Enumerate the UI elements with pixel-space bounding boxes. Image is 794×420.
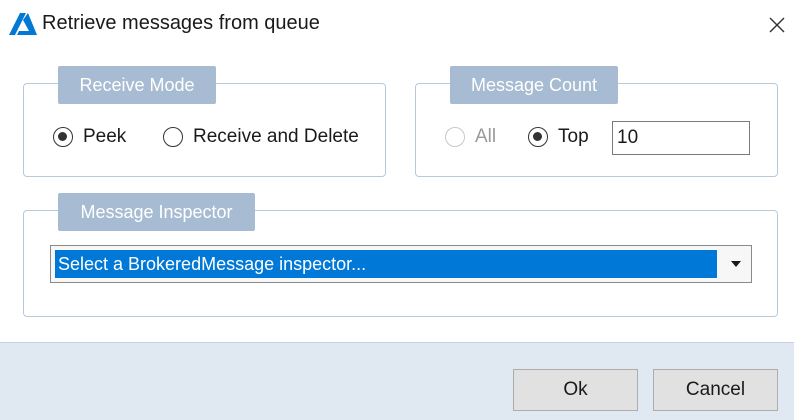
dropdown-button[interactable] [720,246,751,282]
dialog-footer: Ok Cancel [0,342,794,420]
azure-logo-icon [9,13,37,35]
close-icon[interactable] [762,10,790,38]
peek-radio-label[interactable]: Peek [83,126,126,148]
receive-and-delete-radio[interactable]: Receive and Delete [163,126,359,148]
window-title: Retrieve messages from queue [42,12,320,34]
cancel-button[interactable]: Cancel [653,369,778,411]
peek-radio-circle[interactable] [53,127,73,147]
top-radio-circle[interactable] [528,127,548,147]
inspector-select[interactable]: Select a BrokeredMessage inspector... [50,245,752,283]
top-radio[interactable]: Top [528,126,589,148]
all-radio-circle [445,127,465,147]
inspector-select-value[interactable]: Select a BrokeredMessage inspector... [55,250,717,278]
ok-button[interactable]: Ok [513,369,638,411]
title-bar: Retrieve messages from queue [0,0,794,48]
all-radio-label: All [475,126,497,147]
message-count-header: Message Count [450,66,618,104]
message-count-input[interactable] [612,121,750,155]
peek-radio[interactable]: Peek [53,126,126,148]
dialog-content: Receive Mode Peek Receive and Delete Mes… [0,48,794,342]
receive-mode-header: Receive Mode [58,66,216,104]
top-radio-label[interactable]: Top [558,126,589,148]
all-radio: All [445,126,496,148]
dropdown-arrow-icon[interactable] [730,261,741,267]
receive-and-delete-radio-circle[interactable] [163,127,183,147]
message-inspector-header: Message Inspector [58,193,255,231]
receive-and-delete-radio-label[interactable]: Receive and Delete [193,126,359,148]
